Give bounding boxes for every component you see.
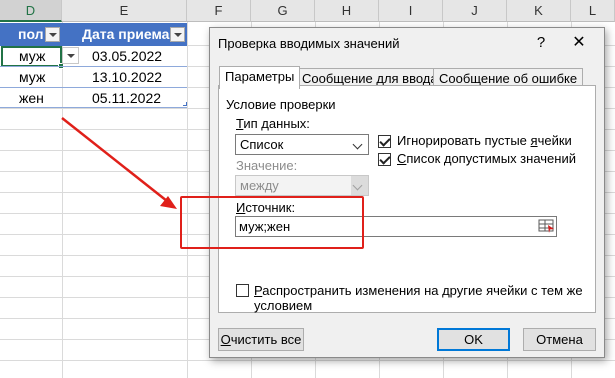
range-select-icon[interactable]	[537, 217, 557, 234]
data-type-select[interactable]: Список	[235, 134, 369, 155]
apply-all-label: Распространить изменения на другие ячейк…	[254, 283, 583, 313]
data-type-label: Тип данных:	[236, 116, 310, 131]
cancel-button[interactable]: Отмена	[523, 328, 596, 351]
group-label: Условие проверки	[226, 97, 336, 112]
clear-all-button[interactable]: Очистить все	[218, 328, 304, 351]
in-cell-dropdown-checkbox[interactable]	[378, 153, 391, 166]
in-cell-dropdown-label: Список допустимых значений	[397, 151, 576, 166]
value-value: между	[240, 178, 279, 193]
chevron-down-icon	[351, 135, 368, 154]
apply-all-checkbox[interactable]	[236, 284, 249, 297]
dialog-title: Проверка вводимых значений	[218, 36, 400, 51]
value-label: Значение:	[236, 158, 298, 173]
arrow-shaft	[61, 117, 168, 202]
data-type-value: Список	[240, 137, 284, 152]
annotation-highlight-box	[180, 196, 364, 249]
tab-parameters[interactable]: Параметры	[219, 66, 301, 89]
ignore-blank-label: Игнорировать пустые ячейки	[397, 133, 572, 148]
ok-button[interactable]: OK	[437, 328, 510, 351]
help-button[interactable]: ?	[528, 31, 554, 55]
ignore-blank-checkbox[interactable]	[378, 135, 391, 148]
chevron-down-icon	[351, 176, 368, 195]
close-button[interactable]: ✕	[566, 31, 592, 55]
data-validation-dialog: Проверка вводимых значений ? ✕ Параметры…	[209, 27, 605, 358]
value-select[interactable]: между	[235, 175, 369, 196]
